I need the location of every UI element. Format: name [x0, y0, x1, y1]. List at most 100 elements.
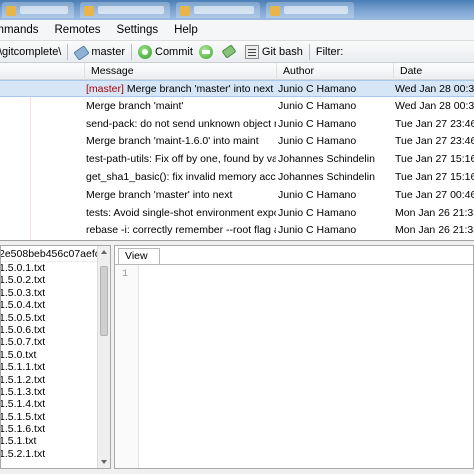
table-row[interactable]: Merge branch 'master' into next Junio C H…	[0, 187, 474, 204]
title-bar	[0, 0, 474, 20]
toolbar: \gitcomplete\ master Commit Git bash Fil…	[0, 41, 474, 63]
file-item[interactable]: 1.5.0.4.txt	[1, 299, 110, 311]
commit-date: Tue Jan 27 23:46:59	[395, 117, 474, 130]
window-tab[interactable]	[2, 2, 74, 18]
commit-message: Merge branch 'master' into next	[86, 187, 276, 204]
branch-label: master	[91, 45, 125, 58]
branch-button[interactable]: master	[71, 41, 128, 63]
file-item[interactable]: 1.5.0.3.txt	[1, 287, 110, 299]
file-list: 1.5.0.1.txt 1.5.0.2.txt 1.5.0.3.txt 1.5.0.4…	[1, 262, 110, 460]
commit-author: Junio C Hamano	[278, 99, 357, 112]
commit-date: Tue Jan 27 00:46:51	[395, 188, 474, 201]
message-text: Merge branch 'master' into next	[123, 83, 274, 95]
commit-message: get_sha1_basic(): fix invalid memory acc…	[86, 169, 276, 186]
scroll-thumb[interactable]	[100, 266, 108, 336]
window-tab[interactable]	[176, 2, 260, 18]
message-text: Merge branch 'master' into next	[86, 188, 233, 201]
table-row[interactable]: Merge branch 'maint-1.6.0' into maint Jun…	[0, 133, 474, 150]
folder-icon	[180, 6, 190, 16]
commit-author: Junio C Hamano	[278, 188, 357, 201]
file-item[interactable]: 1.5.1.6.txt	[1, 423, 110, 435]
folder-icon	[270, 6, 280, 16]
branch-label: [master]	[86, 83, 124, 95]
file-item[interactable]: 1.5.0.5.txt	[1, 312, 110, 324]
table-row[interactable]: [master] Merge branch 'master' into next…	[0, 80, 474, 97]
commit-icon	[138, 44, 152, 59]
commit-date: Tue Jan 27 23:46:42	[395, 135, 474, 148]
commit-message: test-path-utils: Fix off by one, found b…	[86, 151, 276, 168]
tree-root[interactable]: 2e508beb456c07aefc3b3	[1, 246, 110, 262]
table-row[interactable]: rebase -i: correctly remember --root fla…	[0, 222, 474, 239]
push-icon	[222, 45, 236, 59]
message-text: Merge branch 'maint-1.6.0' into maint	[86, 135, 259, 148]
commit-date: Tue Jan 27 15:16:39	[395, 171, 474, 183]
file-item[interactable]: 1.5.2.1.txt	[1, 448, 110, 460]
table-row[interactable]: get_sha1_basic(): fix invalid memory acc…	[0, 169, 474, 186]
file-item[interactable]: 1.5.1.1.txt	[1, 361, 110, 373]
table-row[interactable]: test-path-utils: Fix off by one, found b…	[0, 151, 474, 168]
folder-icon	[6, 6, 16, 16]
commit-message: rebase -i: correctly remember --root fla…	[86, 222, 276, 239]
git-bash-button[interactable]: Git bash	[242, 41, 306, 63]
window-tab[interactable]	[266, 2, 354, 18]
file-tree: 2e508beb456c07aefc3b3 1.5.0.1.txt 1.5.0.2…	[0, 245, 111, 469]
commit-message: [master] Merge branch 'master' into next	[86, 81, 276, 98]
column-header-author[interactable]: Author	[276, 63, 393, 80]
status-bar	[0, 469, 474, 474]
file-viewer: View file 1	[114, 245, 474, 469]
commit-message: send-pack: do not send unknown object na…	[86, 116, 276, 133]
window-tab[interactable]	[80, 2, 170, 18]
table-row[interactable]: Merge branch 'maint' Junio C Hamano Wed Ja…	[0, 98, 474, 115]
message-text: send-pack: do not send unknown object na…	[86, 117, 276, 130]
table-row[interactable]: send-pack: do not send unknown object na…	[0, 116, 474, 133]
revision-grid: Message Author Date [master] Merge branc…	[0, 63, 474, 241]
file-item[interactable]: 1.5.0.2.txt	[1, 274, 110, 286]
message-text: get_sha1_basic(): fix invalid memory acc…	[86, 171, 276, 183]
menu-commands[interactable]: ommands	[0, 20, 47, 41]
terminal-icon	[244, 44, 259, 59]
commit-author: Johannes Schindelin	[278, 171, 375, 183]
scroll-up-icon[interactable]	[101, 250, 107, 254]
grid-header: Message Author Date	[0, 63, 474, 80]
menu-settings[interactable]: Settings	[109, 20, 167, 41]
message-text: test-path-utils: Fix off by one, found b…	[86, 153, 276, 166]
git-bash-label: Git bash	[261, 45, 303, 58]
commit-message: Merge branch 'maint'	[86, 98, 276, 115]
file-item[interactable]: 1.5.0.6.txt	[1, 324, 110, 336]
file-item[interactable]: 1.5.1.txt	[1, 435, 110, 447]
commit-label: Commit	[155, 45, 193, 58]
file-item[interactable]: 1.5.0.txt	[1, 349, 110, 361]
commit-author: Junio C Hamano	[278, 83, 357, 95]
column-header-message[interactable]: Message	[84, 63, 278, 80]
file-item[interactable]: 1.5.1.4.txt	[1, 398, 110, 410]
commit-author: Junio C Hamano	[278, 117, 357, 130]
table-row[interactable]: tests: Avoid single-shot environment exp…	[0, 205, 474, 222]
line-number-gutter: 1	[115, 265, 139, 468]
file-item[interactable]: 1.5.1.3.txt	[1, 386, 110, 398]
commit-author: Junio C Hamano	[278, 135, 357, 148]
menu-bar: ommands Remotes Settings Help	[0, 20, 474, 41]
file-item[interactable]: 1.5.0.7.txt	[1, 336, 110, 348]
file-item[interactable]: 1.5.1.2.txt	[1, 374, 110, 386]
repository-path-button[interactable]: \gitcomplete\	[0, 41, 64, 63]
file-item[interactable]: 1.5.1.5.txt	[1, 411, 110, 423]
column-header-date[interactable]: Date	[393, 63, 474, 80]
commit-message: Merge branch 'maint-1.6.0' into maint	[86, 133, 276, 150]
message-text: tests: Avoid single-shot environment exp…	[86, 206, 276, 219]
commit-author: Johannes Schindelin	[278, 153, 375, 166]
commit-button[interactable]: Commit	[135, 41, 196, 63]
commit-message: tests: Avoid single-shot environment exp…	[86, 205, 276, 222]
file-item[interactable]: 1.5.0.1.txt	[1, 262, 110, 274]
menu-remotes[interactable]: Remotes	[47, 20, 109, 41]
tab-view-file[interactable]: View file	[118, 248, 160, 277]
git-extensions-window: ommands Remotes Settings Help \gitcomple…	[0, 0, 474, 474]
file-tree-scrollbar[interactable]	[97, 246, 110, 468]
menu-help[interactable]: Help	[166, 20, 206, 41]
commit-date: Wed Jan 28 00:37:55	[395, 83, 474, 95]
commit-author: Junio C Hamano	[278, 206, 357, 219]
pull-icon	[198, 44, 213, 59]
pull-button[interactable]	[196, 41, 219, 63]
scroll-down-icon[interactable]	[101, 460, 107, 464]
push-button[interactable]	[219, 41, 242, 63]
commit-author: Junio C Hamano	[278, 224, 357, 237]
